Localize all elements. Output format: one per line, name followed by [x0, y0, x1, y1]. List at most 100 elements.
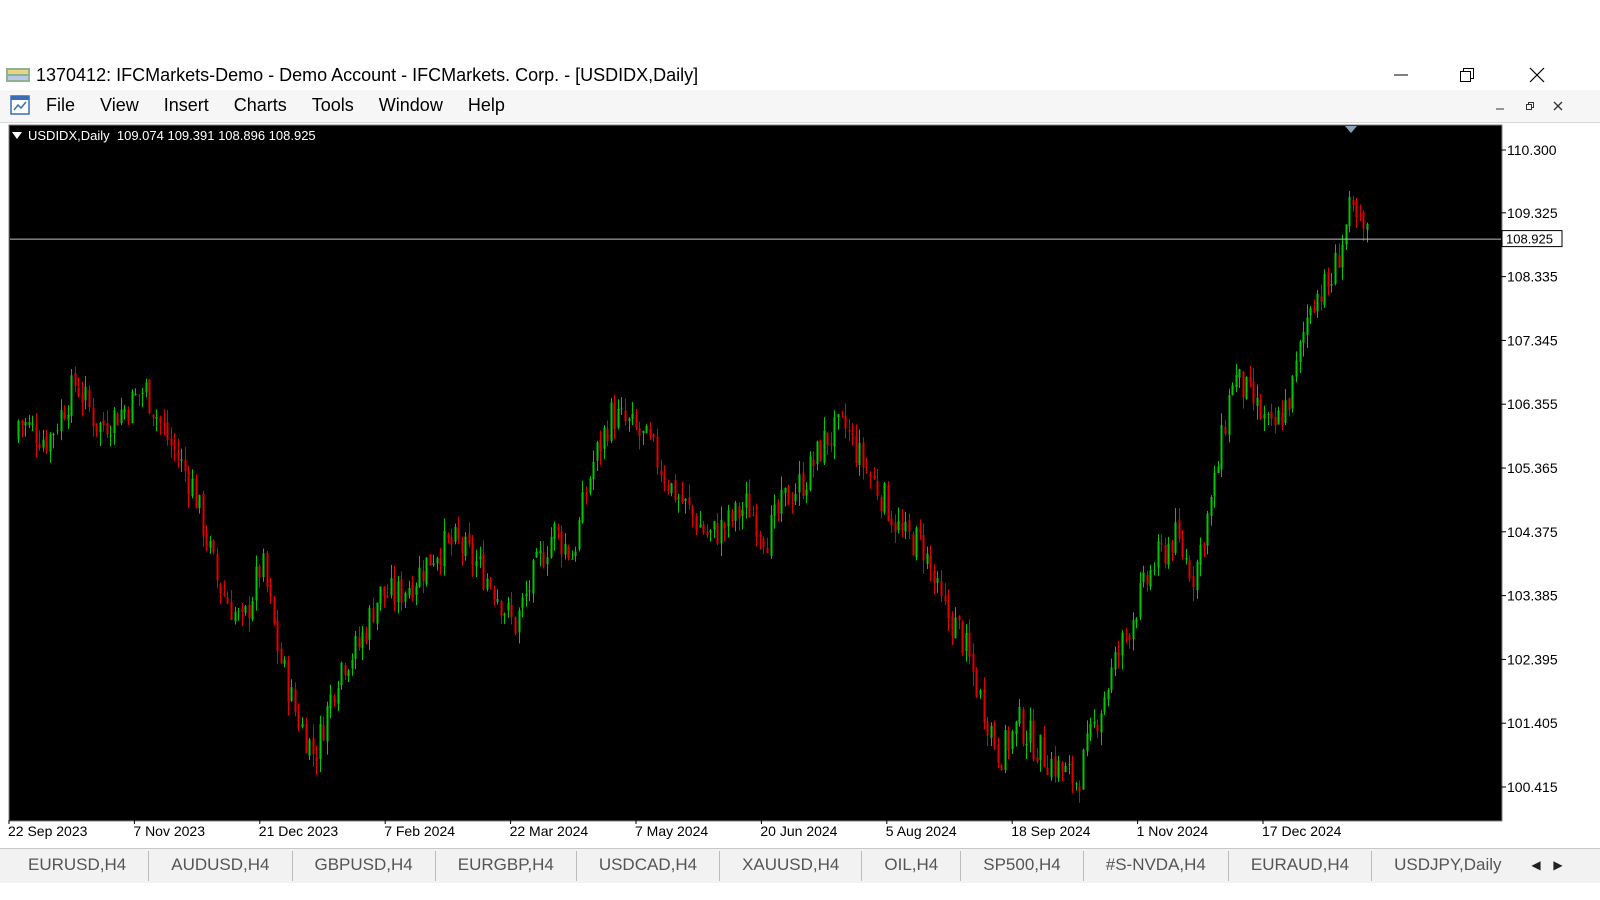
menu-insert[interactable]: Insert: [164, 90, 221, 122]
candle-body: [755, 514, 758, 538]
candle-body: [500, 601, 503, 616]
plot-area[interactable]: [8, 124, 1503, 822]
candlestick-chart[interactable]: 110.300 109.325 108.335 107.345 106.355 105.3…: [8, 124, 1600, 848]
candle-body: [368, 607, 371, 640]
tab-usdjpy-daily[interactable]: USDJPY,Daily: [1372, 851, 1506, 881]
candle-body: [1327, 272, 1330, 288]
candle-body: [1352, 199, 1355, 206]
candle-body: [873, 475, 876, 479]
candle-body: [1235, 374, 1238, 388]
candle-body: [816, 441, 819, 465]
candle-body: [1036, 757, 1039, 763]
tab-s-nvda-h4[interactable]: #S-NVDA,H4: [1083, 851, 1229, 881]
candle-body: [1178, 520, 1181, 539]
candle-body: [1341, 244, 1344, 268]
candle-body: [184, 459, 187, 472]
candle-body: [404, 592, 407, 602]
candle-body: [674, 480, 677, 501]
candle-body: [1032, 720, 1035, 760]
tab-eurgbp-h4[interactable]: EURGBP,H4: [435, 851, 577, 881]
candle-body: [1000, 764, 1003, 771]
candle-body: [1004, 729, 1007, 771]
candle-body: [770, 514, 773, 556]
chart-header: USDIDX,Daily 109.074 109.391 108.896 108…: [12, 128, 316, 143]
close-icon[interactable]: [1514, 62, 1560, 88]
menu-view[interactable]: View: [100, 90, 151, 122]
candle-body: [620, 408, 623, 410]
candle-body: [1238, 369, 1241, 378]
candle-body: [1064, 765, 1067, 772]
candle-body: [805, 489, 808, 496]
candle-body: [663, 474, 666, 484]
candle-body: [383, 586, 386, 597]
candle-body: [926, 553, 929, 564]
restore-icon[interactable]: [1444, 62, 1490, 88]
candle-body: [652, 434, 655, 438]
candle-body: [1330, 283, 1333, 286]
menu-tools[interactable]: Tools: [312, 90, 366, 122]
candle-body: [379, 586, 382, 604]
candle-body: [581, 492, 584, 523]
tab-usdcad-h4[interactable]: USDCAD,H4: [576, 851, 721, 881]
candle-body: [1046, 767, 1049, 775]
menu-file[interactable]: File: [46, 90, 87, 122]
candle-body: [347, 670, 350, 677]
candle-body: [450, 536, 453, 545]
tab-scroll-left-icon[interactable]: ◀: [1526, 855, 1546, 875]
candle-body: [709, 530, 712, 533]
tab-euraud-h4[interactable]: EURAUD,H4: [1228, 851, 1373, 881]
candle-body: [486, 578, 489, 590]
tab-oil-h4[interactable]: OIL,H4: [862, 851, 962, 881]
candle-body: [248, 604, 251, 619]
chart-restore-icon[interactable]: [1520, 96, 1540, 116]
candle-body: [1274, 416, 1277, 426]
candle-body: [1054, 756, 1057, 777]
menu-charts[interactable]: Charts: [234, 90, 299, 122]
menu-window[interactable]: Window: [379, 90, 455, 122]
candle-body: [496, 599, 499, 602]
candle-body: [1029, 720, 1032, 743]
candle-body: [979, 690, 982, 695]
candle-body: [734, 502, 737, 521]
candle-body: [1096, 724, 1099, 731]
chart-minimize-icon[interactable]: [1490, 96, 1510, 116]
minimize-icon[interactable]: [1378, 62, 1424, 88]
tab-audusd-h4[interactable]: AUDUSD,H4: [149, 851, 293, 881]
tab-scroll-right-icon[interactable]: ▶: [1548, 855, 1568, 875]
candle-body: [77, 387, 80, 396]
candle-body: [1256, 397, 1259, 406]
candle-body: [535, 551, 538, 558]
menu-help[interactable]: Help: [468, 90, 517, 122]
candle-body: [1050, 758, 1053, 778]
candle-body: [592, 461, 595, 480]
y-tick-label: 107.345: [1507, 332, 1558, 348]
tab-eurusd-h4[interactable]: EURUSD,H4: [6, 851, 150, 881]
candle-body: [319, 723, 322, 760]
candle-body: [1171, 541, 1174, 553]
candle-body: [798, 474, 801, 493]
chart-window-icon[interactable]: [8, 93, 34, 119]
tab-sp500-h4[interactable]: SP500,H4: [961, 851, 1084, 881]
candle-body: [344, 665, 347, 676]
candle-body: [1061, 762, 1064, 772]
candle-body: [127, 409, 130, 421]
chart-close-icon[interactable]: [1548, 96, 1568, 116]
y-tick-label: 110.300: [1507, 142, 1557, 158]
candle-body: [166, 422, 169, 440]
candle-body: [280, 648, 283, 663]
candle-body: [532, 560, 535, 594]
candle-body: [1267, 413, 1270, 415]
tab-gbpusd-h4[interactable]: GBPUSD,H4: [292, 851, 436, 881]
dropdown-triangle-icon[interactable]: [12, 132, 22, 139]
candle-body: [92, 407, 95, 427]
candle-body: [791, 502, 794, 504]
tab-xauusd-h4[interactable]: XAUUSD,H4: [720, 851, 863, 881]
candle-body: [503, 613, 506, 616]
candle-body: [60, 409, 63, 431]
candle-body: [972, 653, 975, 672]
candle-body: [411, 584, 414, 598]
candle-body: [365, 632, 368, 642]
candle-body: [145, 382, 148, 393]
y-tick-label: 108.335: [1507, 269, 1558, 285]
chart-window[interactable]: 110.300 109.325 108.335 107.345 106.355 105.3…: [8, 124, 1600, 848]
